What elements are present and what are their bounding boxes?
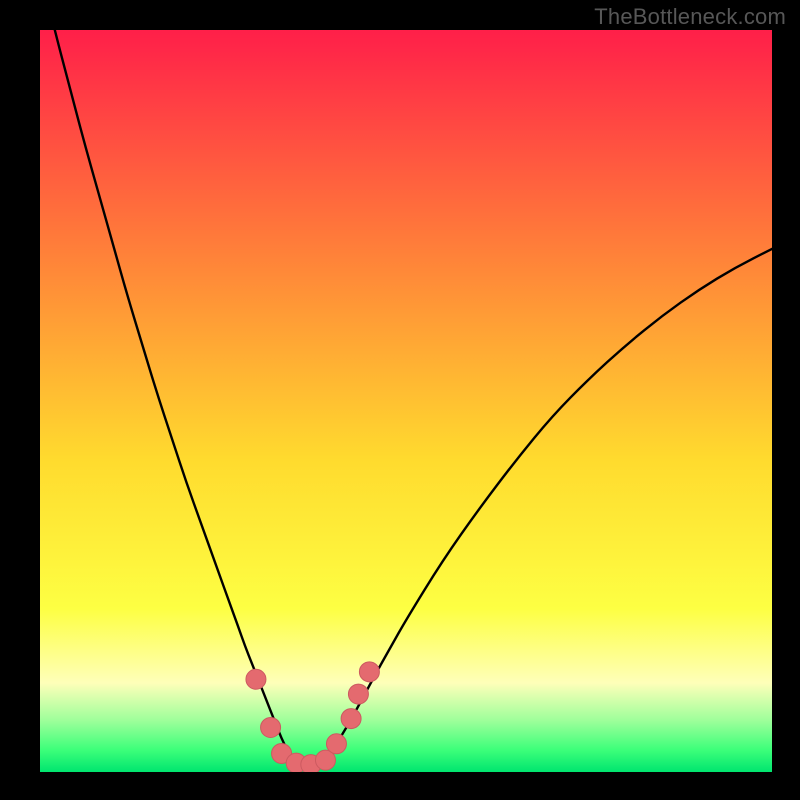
curve-marker [261,717,281,737]
curve-marker [326,734,346,754]
chart-frame: TheBottleneck.com [0,0,800,800]
curve-marker [246,669,266,689]
curve-marker [341,709,361,729]
curve-marker [359,662,379,682]
watermark-text: TheBottleneck.com [594,4,786,30]
bottleneck-chart [40,30,772,772]
curve-marker [348,684,368,704]
plot-area [40,30,772,772]
gradient-background [40,30,772,772]
